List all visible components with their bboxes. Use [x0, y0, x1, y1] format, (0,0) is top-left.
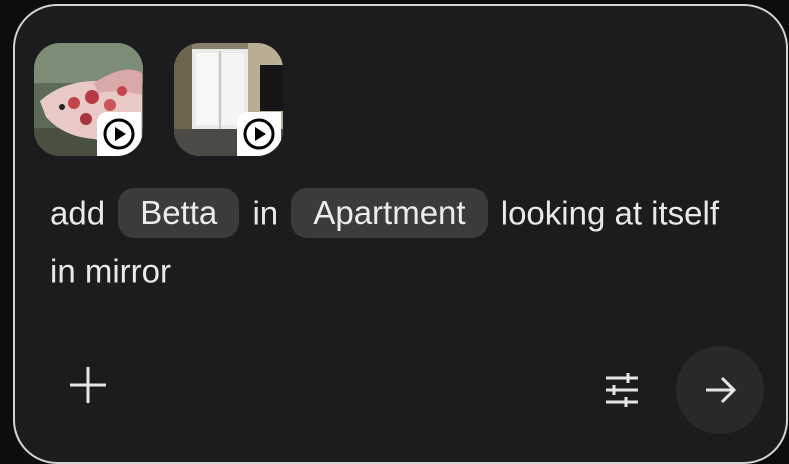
prompt-word: add: [50, 194, 106, 232]
tune-icon: [606, 373, 638, 407]
settings-button[interactable]: [594, 362, 650, 418]
chip-apartment[interactable]: Apartment: [291, 188, 488, 239]
play-icon[interactable]: [97, 112, 141, 156]
send-button[interactable]: [676, 346, 764, 434]
chip-betta[interactable]: Betta: [118, 188, 240, 239]
prompt-text[interactable]: add Betta in Apartment looking at itself…: [50, 183, 750, 300]
add-attachment-button[interactable]: [58, 355, 118, 415]
plus-icon: [70, 367, 106, 403]
play-icon[interactable]: [237, 112, 281, 156]
arrow-right-icon: [706, 376, 737, 404]
prompt-word: in: [252, 194, 279, 232]
attachment-apartment[interactable]: [174, 43, 283, 156]
attachment-betta[interactable]: [34, 43, 143, 156]
